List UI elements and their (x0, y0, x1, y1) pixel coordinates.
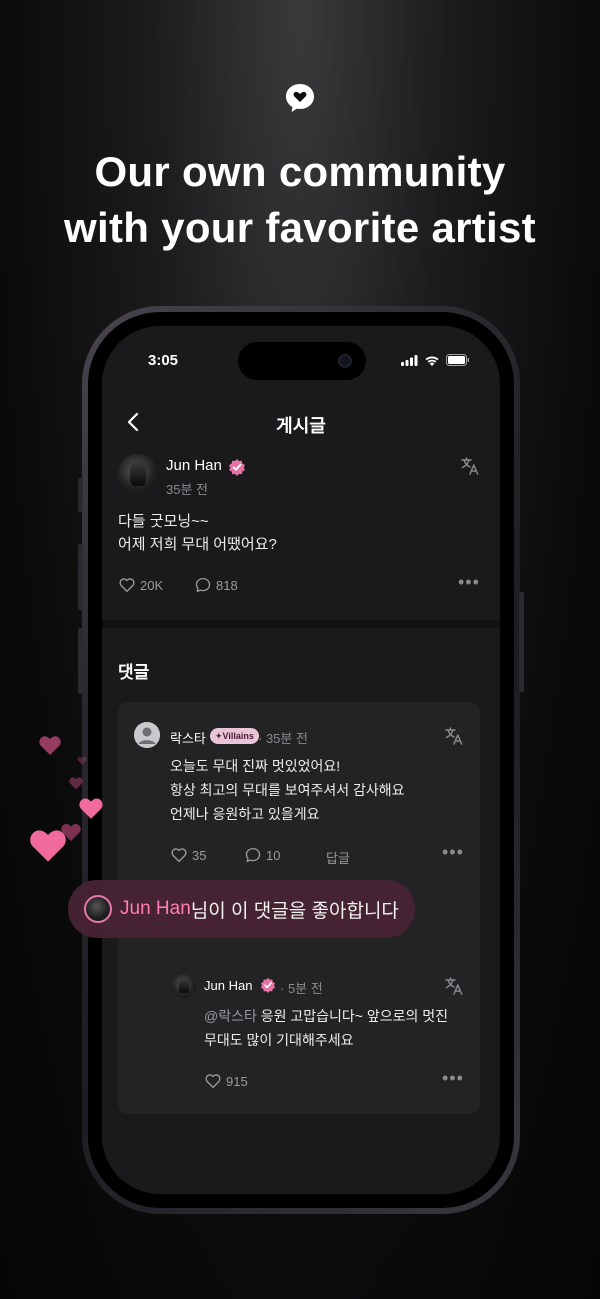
heart-outline-icon (171, 848, 187, 863)
reply-body-line: 무대도 많이 기대해주세요 (204, 1032, 354, 1048)
reply-more-icon[interactable]: ••• (442, 1068, 464, 1089)
verified-badge-icon (229, 459, 245, 476)
status-icons (401, 354, 470, 366)
post-body-line: 어제 저희 무대 어땠어요? (118, 536, 277, 553)
comment-time: · 35분 전 (258, 731, 308, 746)
comment-bubble-icon (195, 577, 211, 593)
reply-time: · 5분 전 (280, 981, 323, 996)
phone-action-button (78, 478, 83, 512)
reply-author-avatar[interactable] (172, 974, 196, 998)
reply-body: @락스타 응원 고맙습니다~ 앞으로의 멋진 무대도 많이 기대해주세요 (204, 1004, 448, 1052)
promo-headline: Our own community with your favorite art… (0, 144, 600, 256)
wifi-icon (425, 356, 439, 366)
post-like-count: 20K (140, 577, 164, 593)
toast-avatar (84, 895, 112, 923)
default-user-icon (134, 722, 160, 748)
floating-heart-icon (30, 830, 66, 862)
toast-artist-name: Jun Han (120, 898, 191, 919)
signal-icon (401, 354, 418, 366)
dynamic-island (238, 342, 366, 380)
comment-bubble-icon (245, 847, 261, 863)
floating-heart-icon (39, 736, 61, 755)
translate-icon[interactable] (444, 976, 464, 996)
comment-more-icon[interactable]: ••• (442, 842, 464, 863)
comment-body-line: 항상 최고의 무대를 보여주셔서 감사해요 (170, 782, 405, 798)
phone-power-button (519, 592, 524, 692)
fan-badge: ✦Villains (210, 728, 259, 744)
phone-frame: 3:05 게시글 Jun Han 35분 전 다들 굿모닝~~ 어제 저희 무대… (78, 306, 524, 1214)
toast-message: 님이 이 댓글을 좋아합니다 (190, 900, 399, 922)
comment-author-name[interactable]: 락스타 (170, 728, 206, 747)
post-comment-button[interactable]: 818 (194, 576, 238, 594)
floating-heart-icon (77, 756, 87, 765)
floating-heart-icon (79, 798, 103, 819)
reply-button[interactable]: 답글 (326, 848, 350, 867)
chat-heart-logo-icon (286, 84, 314, 112)
phone-volume-up-button (78, 544, 83, 610)
battery-icon (446, 354, 469, 366)
comment-body-line: 언제나 응원하고 있을게요 (170, 806, 320, 822)
camera-icon (338, 354, 352, 368)
user-mention[interactable]: @락스타 (204, 1008, 257, 1024)
post-author-name[interactable]: Jun Han (166, 457, 222, 474)
floating-heart-icon (69, 777, 83, 790)
comment-reply-count-button[interactable]: 10 (244, 846, 280, 864)
page-title: 게시글 (276, 416, 326, 436)
comments-heading: 댓글 (118, 663, 150, 682)
status-time: 3:05 (148, 352, 179, 369)
like-notification-toast: Jun Han 님이 이 댓글을 좋아합니다 (68, 880, 415, 938)
post-body: 다들 굿모닝~~ 어제 저희 무대 어땠어요? (118, 510, 277, 556)
comment-body-line: 오늘도 무대 진짜 멋있었어요! (170, 758, 341, 774)
translate-icon[interactable] (444, 726, 464, 746)
heart-outline-icon (119, 578, 135, 593)
reply-body-text: 응원 고맙습니다~ 앞으로의 멋진 (256, 1008, 449, 1024)
post-time: 35분 전 (166, 482, 208, 497)
comment-reply-count: 10 (266, 847, 281, 863)
post-comment-count: 818 (216, 577, 238, 593)
post-like-button[interactable]: 20K (118, 576, 163, 594)
translate-icon[interactable] (460, 456, 480, 476)
headline-line-2: with your favorite artist (64, 204, 536, 251)
reply-like-count: 915 (226, 1073, 248, 1089)
comment-like-count: 35 (192, 847, 207, 863)
post-more-icon[interactable]: ••• (458, 572, 480, 593)
comment-like-button[interactable]: 35 (170, 846, 206, 864)
reply-like-button[interactable]: 915 (204, 1072, 248, 1090)
headline-line-1: Our own community (94, 148, 506, 195)
comment-body: 오늘도 무대 진짜 멋있었어요! 항상 최고의 무대를 보여주셔서 감사해요 언… (170, 754, 405, 826)
verified-badge-icon (260, 977, 276, 993)
post-author-avatar[interactable] (118, 454, 158, 494)
section-divider (102, 620, 500, 628)
phone-volume-down-button (78, 628, 83, 694)
reply-author-name[interactable]: Jun Han (204, 978, 252, 993)
reply-body-line: @락스타 응원 고맙습니다~ 앞으로의 멋진 (204, 1004, 448, 1028)
post-body-line: 다들 굿모닝~~ (118, 513, 209, 530)
heart-outline-icon (205, 1074, 221, 1089)
app-screen: 3:05 게시글 Jun Han 35분 전 다들 굿모닝~~ 어제 저희 무대… (102, 326, 500, 1194)
